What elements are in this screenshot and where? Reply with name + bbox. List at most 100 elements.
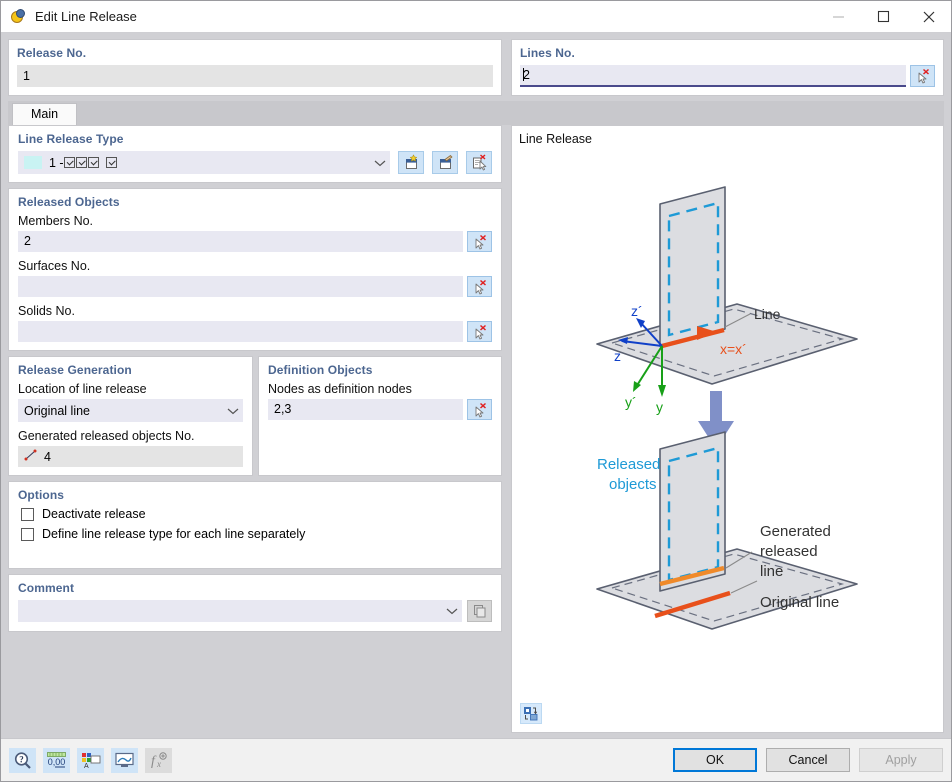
preview-settings-icon[interactable] <box>520 703 542 724</box>
release-no-label: Release No. <box>17 46 493 60</box>
nodes-as-definition-nodes-label: Nodes as definition nodes <box>268 382 492 396</box>
definition-objects-group: Definition Objects Nodes as definition n… <box>258 356 502 476</box>
generated-released-objects-value: 4 <box>44 450 51 464</box>
lines-no-label: Lines No. <box>520 46 935 60</box>
label-axis-y-prime: y´ <box>625 394 637 410</box>
number-format-icon[interactable]: 0,00 <box>43 748 70 773</box>
define-type-per-line-label: Define line release type for each line s… <box>42 527 305 541</box>
lines-no-input[interactable]: 2 <box>520 65 906 87</box>
line-release-type-combo[interactable]: 1 - <box>18 151 390 174</box>
edit-line-release-dialog: Edit Line Release Release No. 1 Lines No… <box>0 0 952 782</box>
define-type-per-line-checkbox[interactable] <box>21 528 34 541</box>
line-release-type-group: Line Release Type 1 - <box>8 125 502 183</box>
line-release-diagram: Line x=x´ z´ z <box>512 144 942 724</box>
top-identifiers-row: Release No. 1 Lines No. 2 <box>1 33 951 101</box>
info-help-icon[interactable]: ? <box>9 748 36 773</box>
copy-icon[interactable] <box>467 600 492 622</box>
maximize-button[interactable] <box>861 1 906 32</box>
select-pick-icon-solids[interactable] <box>467 321 492 342</box>
title-bar: Edit Line Release <box>1 1 951 33</box>
select-pick-icon-members[interactable] <box>467 231 492 252</box>
window-title: Edit Line Release <box>35 9 816 24</box>
diagram-top: Line x=x´ z´ z <box>597 187 857 449</box>
label-original-line: Original line <box>760 594 839 611</box>
window-controls <box>816 1 951 32</box>
lines-no-group: Lines No. 2 <box>511 39 944 96</box>
chevron-down-icon-location <box>227 407 239 415</box>
label-axis-y: y <box>656 399 663 415</box>
comment-group: Comment <box>8 574 502 632</box>
minimize-button[interactable] <box>816 1 861 32</box>
preview-panel: Line Release <box>511 125 944 733</box>
svg-text:?: ? <box>19 754 24 764</box>
apply-button: Apply <box>859 748 943 772</box>
line-release-type-color-swatch <box>24 156 42 169</box>
lines-no-value: 2 <box>523 68 530 82</box>
release-flag-icon-2 <box>76 157 87 168</box>
surfaces-no-input[interactable] <box>18 276 463 297</box>
deactivate-release-label: Deactivate release <box>42 507 146 521</box>
left-column: Line Release Type 1 - <box>8 125 502 733</box>
edit-window-pencil-icon[interactable] <box>432 151 458 174</box>
visual-settings-icon[interactable] <box>111 748 138 773</box>
label-released-objects-1: Released <box>597 456 660 473</box>
pick-from-list-icon[interactable] <box>466 151 492 174</box>
select-pick-icon[interactable] <box>910 65 935 87</box>
line-release-icon <box>9 8 27 26</box>
solids-no-input[interactable] <box>18 321 463 342</box>
select-pick-icon-surfaces[interactable] <box>467 276 492 297</box>
surfaces-no-label: Surfaces No. <box>18 259 492 273</box>
released-objects-group: Released Objects Members No. 2 Surfaces … <box>8 188 502 351</box>
options-label: Options <box>18 488 492 502</box>
display-properties-icon[interactable]: A <box>77 748 104 773</box>
label-axis-z-prime: z´ <box>631 303 643 319</box>
define-type-per-line-row[interactable]: Define line release type for each line s… <box>21 527 492 541</box>
members-no-label: Members No. <box>18 214 492 228</box>
svg-text:x: x <box>156 759 161 769</box>
generated-released-objects-label: Generated released objects No. <box>18 429 243 443</box>
release-flag-icon-3 <box>88 157 99 168</box>
members-no-input[interactable]: 2 <box>18 231 463 252</box>
label-released-objects-2: objects <box>609 476 657 493</box>
dialog-footer: ? 0,00 <box>1 738 951 781</box>
formula-icon: f x <box>145 748 172 773</box>
release-flag-icon-4 <box>106 157 117 168</box>
dialog-body: Line Release Type 1 - <box>1 125 951 733</box>
svg-text:A: A <box>84 763 89 770</box>
number-format-label: 0,00 <box>48 757 66 767</box>
location-of-line-release-combo[interactable]: Original line <box>18 399 243 422</box>
right-column: Line Release <box>511 125 944 733</box>
line-release-type-value: 1 - <box>49 156 64 170</box>
diagram-bottom: Generated released line Original line Re… <box>597 432 857 629</box>
line-object-icon <box>24 449 38 464</box>
release-no-group: Release No. 1 <box>8 39 502 96</box>
nodes-as-definition-nodes-input[interactable]: 2,3 <box>268 399 463 420</box>
release-flag-icon-1 <box>64 157 75 168</box>
new-window-star-icon[interactable] <box>398 151 424 174</box>
definition-objects-label: Definition Objects <box>268 363 492 377</box>
deactivate-release-row[interactable]: Deactivate release <box>21 507 492 521</box>
release-generation-group: Release Generation Location of line rele… <box>8 356 253 476</box>
release-generation-label: Release Generation <box>18 363 243 377</box>
options-group: Options Deactivate release Define line r… <box>8 481 502 569</box>
generated-released-objects-field: 4 <box>18 446 243 467</box>
chevron-down-icon <box>374 159 386 167</box>
location-of-line-release-value: Original line <box>24 404 90 418</box>
deactivate-release-checkbox[interactable] <box>21 508 34 521</box>
generation-definition-row: Release Generation Location of line rele… <box>8 356 502 476</box>
label-axis-z: z <box>614 348 621 364</box>
comment-label: Comment <box>18 581 492 595</box>
release-no-field: 1 <box>17 65 493 87</box>
label-axis-x: x=x´ <box>720 341 747 357</box>
close-button[interactable] <box>906 1 951 32</box>
label-generated-released-line-2: released <box>760 543 818 560</box>
label-generated-released-line-1: Generated <box>760 523 831 540</box>
tab-main[interactable]: Main <box>12 103 77 125</box>
released-objects-label: Released Objects <box>18 195 492 209</box>
select-pick-icon-nodes[interactable] <box>467 399 492 420</box>
chevron-down-icon-comment <box>446 607 458 615</box>
location-of-line-release-label: Location of line release <box>18 382 243 396</box>
comment-combo[interactable] <box>18 600 462 622</box>
cancel-button[interactable]: Cancel <box>766 748 850 772</box>
ok-button[interactable]: OK <box>673 748 757 772</box>
